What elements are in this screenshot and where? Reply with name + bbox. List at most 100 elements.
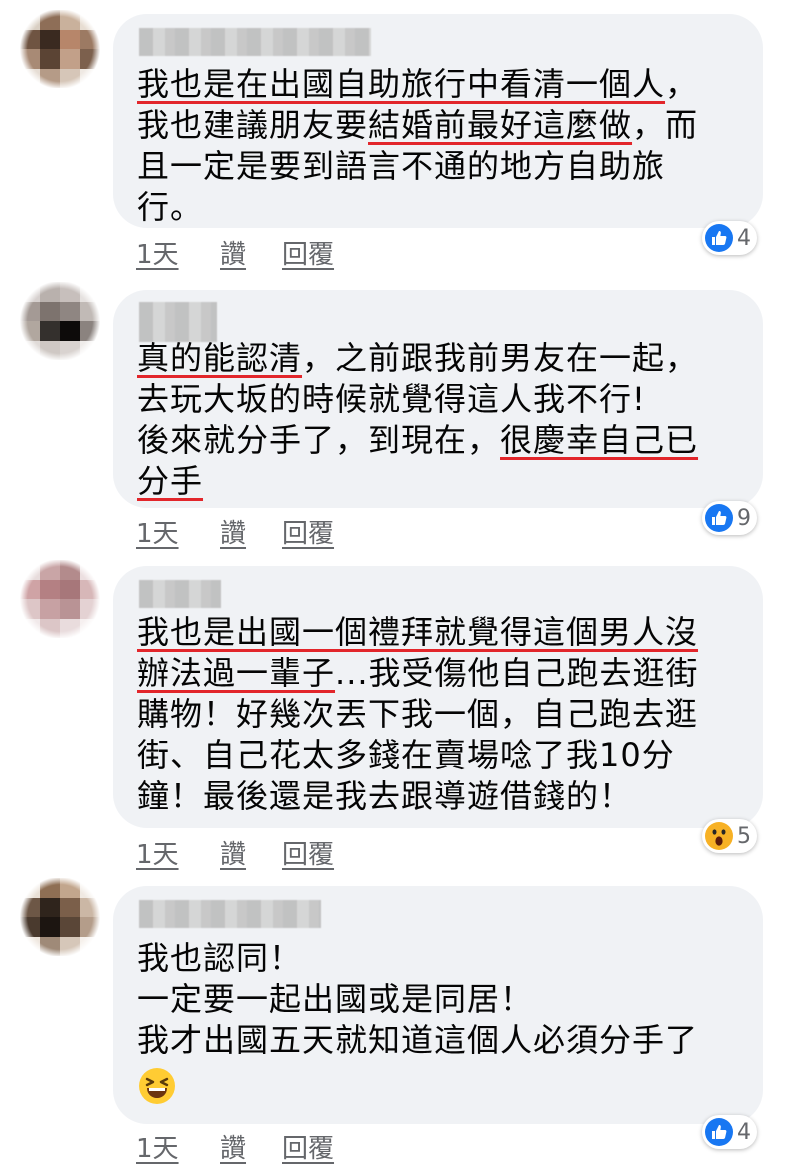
reply-link[interactable]: 回覆 [282,513,334,550]
comment-text-segment: 行。 [137,188,204,226]
comment-line: 我也建議朋友要結婚前最好這麼做，而 [137,105,743,146]
avatar-pixel [20,29,40,49]
avatar-pixel [80,29,100,49]
reply-link[interactable]: 回覆 [282,1128,334,1165]
avatar[interactable] [20,282,100,360]
comment-text-segment: 鐘！最後還是我去跟導遊借錢的！ [137,777,633,815]
comment-text: 我也認同！ 一定要一起出國或是同居！ 我才出國五天就知道這個人必須分手了 [137,938,743,1061]
avatar-pixel [80,917,100,937]
avatar-pixel [60,599,80,619]
reaction-summary[interactable]: 4 [702,1115,757,1149]
comment-line: 真的能認清，之前跟我前男友在一起， [137,338,743,379]
reaction-summary[interactable]: 4 [702,221,757,255]
comment-line: 鐘！最後還是我去跟導遊借錢的！ [137,776,743,817]
comment-text: 我也是出國一個禮拜就覺得這個男人沒 辦法過一輩子...我受傷他自己跑去逛街 購物！好… [137,612,743,817]
avatar-pixel [60,917,80,937]
wow-face-icon [705,822,733,850]
commenter-name-blurred[interactable] [139,900,321,928]
comment-bubble: 我也是出國一個禮拜就覺得這個男人沒 辦法過一輩子...我受傷他自己跑去逛街 購物！好… [113,566,763,828]
avatar-pixel [60,878,80,898]
avatar-pixel [60,321,80,341]
comment-text-segment: 街、自己花太多錢在賣場唸了我10分 [137,736,675,774]
avatar-pixel [60,282,80,302]
avatar-pixel [40,878,60,898]
avatar-pixel [20,301,40,321]
commenter-name-blurred[interactable] [139,302,217,342]
comment-text-segment: ，而 [632,106,699,144]
reply-link[interactable]: 回覆 [282,834,334,871]
timestamp-link[interactable]: 1天 [136,834,179,871]
avatar-pixel [40,579,60,599]
underlined-text: 結婚前最好這麼做 [368,106,633,144]
reply-link[interactable]: 回覆 [282,234,334,271]
comment-text-segment: 我也建議朋友要 [137,106,369,144]
avatar-pixel [60,936,80,956]
commenter-name-blurred[interactable] [139,580,221,608]
comment-line: 街、自己花太多錢在賣場唸了我10分 [137,735,743,776]
comment-line: 我也是在出國自助旅行中看清一個人， [137,64,743,105]
avatar-pixel [60,49,80,69]
thumbs-up-icon [705,224,733,252]
underlined-text: 我也是在出國自助旅行中看清一個人 [137,65,666,103]
avatar-pixel [20,936,40,956]
avatar-pixel [80,599,100,619]
reaction-summary[interactable]: 5 [702,819,757,853]
avatar-pixel [40,897,60,917]
avatar-pixel [80,301,100,321]
avatar-pixel [40,917,60,937]
avatar-pixel [80,321,100,341]
reaction-count: 4 [737,225,751,251]
avatar-pixel [80,897,100,917]
comment-line: 我也是出國一個禮拜就覺得這個男人沒 [137,612,743,653]
avatar-pixel [20,599,40,619]
avatar-pixel [80,618,100,638]
avatar[interactable] [20,10,100,88]
like-link[interactable]: 讚 [220,234,246,271]
comment-text-segment: 去玩大坂的時候就覺得這人我不行! [137,380,646,418]
avatar-pixel [40,560,60,580]
comment-line: 且一定是要到語言不通的地方自助旅 [137,146,743,187]
avatar-pixel [80,10,100,30]
avatar-pixel [60,10,80,30]
reaction-count: 9 [737,505,751,531]
avatar-pixel [40,321,60,341]
comment-bubble: 真的能認清，之前跟我前男友在一起， 去玩大坂的時候就覺得這人我不行! 後來就分手了，… [113,290,763,508]
avatar-pixel [60,301,80,321]
avatar-pixel [60,68,80,88]
timestamp-link[interactable]: 1天 [136,513,179,550]
underlined-text: 分手 [137,462,204,500]
comment-text-segment: ，之前跟我前男友在一起， [302,339,699,377]
avatar-pixel [20,49,40,69]
comment-line: 購物！好幾次丟下我一個，自己跑去逛 [137,694,743,735]
avatar[interactable] [20,878,100,956]
comment-text-segment: 購物！好幾次丟下我一個，自己跑去逛 [137,695,699,733]
timestamp-link[interactable]: 1天 [136,234,179,271]
avatar-pixel [40,599,60,619]
avatar-pixel [80,49,100,69]
comment-bubble: 我也認同！ 一定要一起出國或是同居！ 我才出國五天就知道這個人必須分手了 [113,886,763,1124]
underlined-text: 我也是出國一個禮拜就覺得這個男人沒 [137,613,699,651]
comment-line: 辦法過一輩子...我受傷他自己跑去逛街 [137,653,743,694]
commenter-name-blurred[interactable] [139,28,371,56]
avatar-pixel [80,560,100,580]
avatar-pixel [20,321,40,341]
grinning-squinting-face-icon [139,1068,175,1104]
avatar-pixel [20,560,40,580]
comment-bubble: 我也是在出國自助旅行中看清一個人， 我也建議朋友要結婚前最好這麼做，而 且一定是要到… [113,14,763,228]
reaction-count: 5 [737,823,751,849]
avatar-pixel [60,29,80,49]
avatar-pixel [80,340,100,360]
avatar[interactable] [20,560,100,638]
like-link[interactable]: 讚 [220,834,246,871]
like-link[interactable]: 讚 [220,1128,246,1165]
like-link[interactable]: 讚 [220,513,246,550]
timestamp-link[interactable]: 1天 [136,1128,179,1165]
reaction-summary[interactable]: 9 [702,501,757,535]
avatar-pixel [80,579,100,599]
avatar-pixel [40,10,60,30]
avatar-pixel [40,618,60,638]
comment-text: 真的能認清，之前跟我前男友在一起， 去玩大坂的時候就覺得這人我不行! 後來就分手了，… [137,338,743,502]
avatar-pixel [20,340,40,360]
comment-line: 我也認同！ [137,938,743,979]
comment-text-segment: 後來就分手了，到現在， [137,421,501,459]
